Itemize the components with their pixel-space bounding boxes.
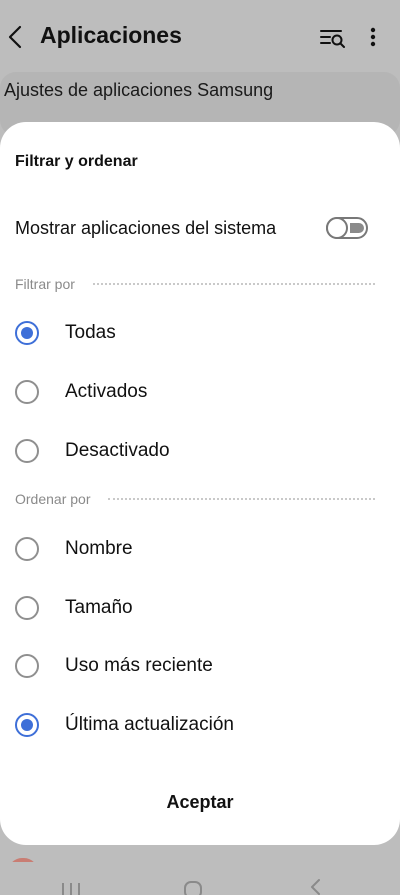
filter-sort-sheet: Filtrar y ordenar Mostrar aplicaciones d… bbox=[0, 122, 400, 845]
radio-button[interactable] bbox=[15, 537, 39, 561]
sort-option-label: Tamaño bbox=[65, 597, 133, 618]
filter-section-header: Filtrar por bbox=[15, 274, 375, 294]
more-vertical-icon bbox=[370, 27, 376, 47]
sort-option-ultima-actualizacion[interactable]: Última actualización bbox=[0, 700, 400, 750]
home-icon[interactable] bbox=[182, 880, 204, 895]
radio-button[interactable] bbox=[15, 380, 39, 404]
section-divider bbox=[108, 498, 375, 500]
more-options-button[interactable] bbox=[362, 22, 384, 52]
filter-option-label: Desactivado bbox=[65, 440, 170, 461]
sort-option-uso-reciente[interactable]: Uso más reciente bbox=[0, 641, 400, 691]
filter-option-label: Activados bbox=[65, 381, 148, 402]
switch-track bbox=[350, 223, 364, 233]
radio-button[interactable] bbox=[15, 321, 39, 345]
section-divider bbox=[92, 283, 375, 285]
nav-back-icon[interactable] bbox=[306, 878, 326, 895]
samsung-app-settings-label: Ajustes de aplicaciones Samsung bbox=[4, 80, 274, 100]
filter-search-button[interactable] bbox=[318, 24, 348, 52]
recent-apps-icon[interactable] bbox=[58, 880, 84, 895]
filter-option-desactivado[interactable]: Desactivado bbox=[0, 426, 400, 476]
sort-section-header: Ordenar por bbox=[15, 489, 375, 509]
page-title: Aplicaciones bbox=[40, 22, 182, 48]
show-system-apps-label: Mostrar aplicaciones del sistema bbox=[15, 218, 277, 238]
system-nav-bar bbox=[0, 862, 400, 895]
back-button[interactable] bbox=[2, 22, 28, 52]
filter-option-label: Todas bbox=[65, 322, 116, 343]
filter-section-label: Filtrar por bbox=[15, 276, 75, 292]
filter-option-todas[interactable]: Todas bbox=[0, 308, 400, 358]
radio-button[interactable] bbox=[15, 596, 39, 620]
show-system-apps-row[interactable]: Mostrar aplicaciones del sistema bbox=[0, 206, 400, 250]
back-chevron-icon bbox=[8, 25, 22, 49]
radio-button[interactable] bbox=[15, 439, 39, 463]
sort-option-nombre[interactable]: Nombre bbox=[0, 524, 400, 574]
sort-option-label: Nombre bbox=[65, 538, 133, 559]
sort-option-tamano[interactable]: Tamaño bbox=[0, 583, 400, 633]
show-system-apps-switch[interactable] bbox=[326, 217, 368, 239]
sheet-title: Filtrar y ordenar bbox=[15, 153, 138, 170]
switch-knob bbox=[326, 217, 348, 239]
radio-button[interactable] bbox=[15, 713, 39, 737]
filter-option-activados[interactable]: Activados bbox=[0, 367, 400, 417]
radio-button[interactable] bbox=[15, 654, 39, 678]
app-bar: Aplicaciones bbox=[0, 0, 400, 72]
filter-search-icon bbox=[320, 30, 345, 48]
sort-option-label: Última actualización bbox=[65, 714, 234, 735]
accept-button[interactable]: Aceptar bbox=[100, 782, 300, 822]
sort-option-label: Uso más reciente bbox=[65, 655, 213, 676]
sort-section-label: Ordenar por bbox=[15, 491, 91, 507]
